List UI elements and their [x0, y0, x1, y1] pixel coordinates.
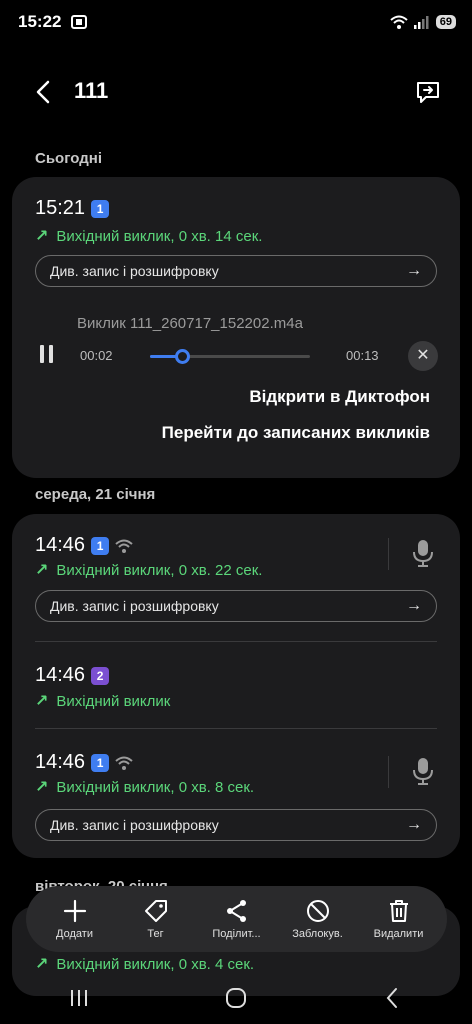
block-button[interactable]: Заблокув.	[280, 898, 356, 940]
transcript-label: Див. запис і розшифровку	[50, 263, 219, 279]
open-recorder-button[interactable]: Відкрити в Диктофон	[249, 387, 430, 407]
today-call-card: 15:21 1 ↗ Вихідний виклик, 0 хв. 14 сек.…	[12, 177, 460, 478]
playback-duration: 00:13	[346, 348, 379, 363]
back-nav-icon[interactable]	[378, 983, 408, 1013]
call-time-text: 14:46	[35, 534, 86, 556]
signal-icon	[413, 16, 429, 29]
call-time-text: 14:46	[35, 751, 86, 773]
transcript-label: Див. запис і розшифровку	[50, 817, 219, 833]
outgoing-arrow-icon: ↗	[35, 956, 49, 973]
divider	[388, 756, 389, 788]
block-label: Заблокув.	[292, 928, 343, 940]
sim-badge: 1	[91, 753, 110, 772]
sim-badge: 1	[91, 199, 110, 218]
call-type-text: Вихідний виклик, 0 хв. 4 сек.	[56, 955, 255, 973]
transcript-label: Див. запис і розшифровку	[50, 598, 219, 614]
share-button[interactable]: Поділит...	[199, 898, 275, 940]
status-right: 69	[390, 15, 456, 29]
delete-button[interactable]: Видалити	[361, 898, 437, 940]
system-nav-bar	[0, 972, 472, 1024]
recent-apps-icon[interactable]	[64, 983, 94, 1013]
transcript-button[interactable]: Див. запис і розшифровку →	[35, 590, 437, 622]
pause-button[interactable]	[40, 345, 60, 365]
share-icon	[226, 900, 246, 922]
wednesday-calls-card: 14:46 1 ↗ Вихідний виклик, 0 хв. 22 сек.…	[12, 514, 460, 858]
share-label: Поділит...	[212, 928, 261, 940]
arrow-right-icon: →	[406, 597, 422, 614]
tag-button[interactable]: Тег	[118, 898, 194, 940]
outgoing-arrow-icon: ↗	[35, 779, 49, 796]
outgoing-arrow-icon: ↗	[35, 562, 49, 579]
call-time-text: 14:46	[35, 664, 86, 686]
playback-thumb[interactable]	[175, 349, 190, 364]
call-type-text: Вихідний виклик	[56, 692, 171, 710]
arrow-right-icon: →	[406, 816, 422, 833]
go-to-recordings-button[interactable]: Перейти до записаних викликів	[162, 423, 430, 443]
call-time: 15:21 1	[35, 197, 110, 220]
tag-icon	[144, 900, 167, 922]
transcript-button[interactable]: Див. запис і розшифровку →	[35, 809, 437, 841]
back-icon[interactable]	[30, 78, 58, 106]
delete-label: Видалити	[373, 928, 424, 940]
recording-file-name: Виклик 111_260717_152202.m4a	[77, 315, 303, 332]
transcript-button[interactable]: Див. запис і розшифровку →	[35, 255, 437, 287]
call-time-text: 15:21	[35, 197, 86, 219]
wifi-call-icon	[115, 539, 133, 553]
wifi-icon	[390, 15, 408, 29]
playback-slider[interactable]	[150, 349, 310, 364]
call-type-text: Вихідний виклик, 0 хв. 8 сек.	[56, 778, 255, 796]
bottom-toolbar: Додати Тег Поділит... Заблокув. Видалити	[26, 886, 447, 952]
divider	[388, 538, 389, 570]
separator	[35, 728, 437, 729]
sim-badge: 1	[91, 536, 110, 555]
arrow-right-icon: →	[406, 262, 422, 279]
microphone-icon[interactable]	[412, 756, 434, 786]
status-time: 15:22	[18, 12, 62, 31]
sim-badge: 2	[91, 666, 110, 685]
microphone-icon[interactable]	[412, 538, 434, 568]
section-today: Сьогодні	[35, 150, 102, 167]
app-header: 111	[0, 72, 472, 112]
section-wednesday: середа, 21 січня	[35, 486, 156, 503]
tag-label: Тег	[147, 928, 164, 940]
call-type: ↗ Вихідний виклик, 0 хв. 22 сек.	[35, 560, 262, 580]
call-time: 14:46 1	[35, 751, 133, 774]
outgoing-arrow-icon: ↗	[35, 693, 49, 710]
message-icon[interactable]	[414, 78, 442, 106]
call-time: 14:46 1	[35, 534, 133, 557]
outgoing-arrow-icon: ↗	[35, 228, 49, 245]
call-type: ↗ Вихідний виклик, 0 хв. 8 сек.	[35, 777, 254, 797]
page-title: 111	[74, 78, 109, 103]
separator	[35, 641, 437, 642]
call-type: ↗ Вихідний виклик	[35, 691, 170, 711]
close-player-icon[interactable]: ✕	[408, 341, 438, 371]
call-type: ↗ Вихідний виклик, 0 хв. 14 сек.	[35, 226, 262, 246]
add-button[interactable]: Додати	[37, 898, 113, 940]
playback-position: 00:02	[80, 348, 113, 363]
call-time: 14:46 2	[35, 664, 110, 687]
add-label: Додати	[56, 928, 93, 940]
call-type-text: Вихідний виклик, 0 хв. 22 сек.	[56, 561, 263, 579]
home-icon[interactable]	[221, 983, 251, 1013]
call-type: ↗ Вихідний виклик, 0 хв. 4 сек.	[35, 954, 254, 974]
call-type-text: Вихідний виклик, 0 хв. 14 сек.	[56, 227, 263, 245]
block-icon	[306, 900, 329, 922]
status-bar: 15:22 69	[0, 0, 472, 44]
trash-icon	[389, 900, 408, 922]
plus-icon	[63, 899, 86, 923]
battery-icon: 69	[435, 15, 456, 29]
screen-record-icon	[71, 15, 88, 29]
wifi-call-icon	[115, 756, 133, 770]
